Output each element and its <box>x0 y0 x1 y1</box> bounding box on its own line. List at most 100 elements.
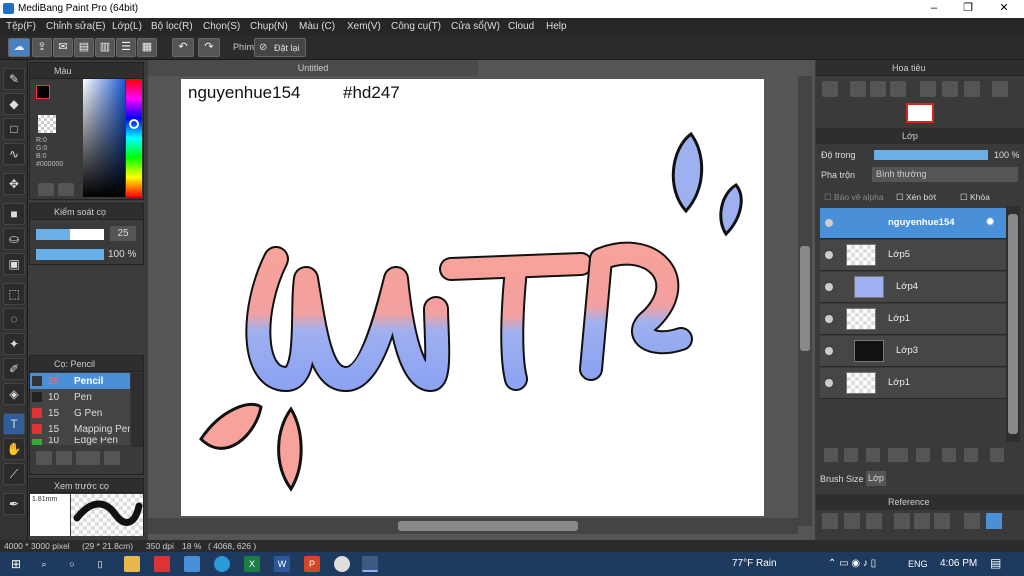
select-eraser-icon[interactable]: ◈ <box>3 383 25 405</box>
comment-icon[interactable]: ✉ <box>53 38 73 57</box>
reset-button[interactable]: ⊘ Đặt lại <box>254 38 306 57</box>
notification-icon[interactable]: ▤ <box>990 556 1001 570</box>
chat-icon[interactable]: ▤ <box>74 38 94 57</box>
brush-size-value[interactable]: 25 <box>110 226 136 241</box>
file-explorer-icon[interactable] <box>124 556 140 572</box>
brush-settings-icon[interactable] <box>104 451 120 465</box>
reference-open-icon[interactable] <box>844 513 860 529</box>
new-halftone-layer-icon[interactable] <box>844 448 858 462</box>
language-indicator[interactable]: ENG <box>908 559 928 569</box>
system-tray-icons[interactable]: ⌃ ▭ ◉ ♪ ▯ <box>828 558 876 569</box>
zoom-in-icon[interactable] <box>850 81 866 97</box>
powerpoint-icon[interactable]: P <box>304 556 320 572</box>
gear-icon[interactable]: ✹ <box>986 217 994 228</box>
lock-checkbox[interactable]: ☐ Khóa <box>960 192 990 203</box>
undo-icon[interactable]: ↶ <box>172 38 194 57</box>
zoom-out-icon[interactable] <box>890 81 906 97</box>
brush-tool-icon[interactable]: ✎ <box>3 68 25 90</box>
eyedropper-icon[interactable]: ⟋ <box>3 463 25 485</box>
gradient-tool-icon[interactable]: ▣ <box>3 253 25 275</box>
saturation-picker[interactable] <box>83 79 125 197</box>
layer-opacity-slider[interactable] <box>874 150 988 160</box>
merge-layer-icon[interactable] <box>964 448 978 462</box>
canvas-document[interactable]: nguyenhue154 #hd247 <box>181 79 764 516</box>
grid-icon[interactable]: ▦ <box>137 38 157 57</box>
visibility-icon[interactable] <box>825 347 833 355</box>
reference-upload-icon[interactable] <box>822 513 838 529</box>
trash-icon[interactable] <box>990 448 1004 462</box>
tab-brush-size[interactable]: Brush Size <box>820 474 864 484</box>
reset-view-icon[interactable] <box>964 81 980 97</box>
reference-fit-icon[interactable] <box>914 513 930 529</box>
brush-item[interactable]: 10 Pen <box>30 389 130 405</box>
horizontal-scrollbar[interactable] <box>148 518 798 534</box>
menu-capture[interactable]: Chụp(N) <box>250 21 288 32</box>
bucket-tool-icon[interactable]: ⛀ <box>3 228 25 250</box>
brush-item[interactable]: 15 G Pen <box>30 405 130 421</box>
zoom-in-icon[interactable] <box>822 81 838 97</box>
hue-slider[interactable] <box>126 79 142 197</box>
move-tool-icon[interactable]: ✥ <box>3 173 25 195</box>
monitor-icon[interactable] <box>184 556 200 572</box>
new-brush-icon[interactable] <box>56 451 72 465</box>
reference-zoom-out-icon[interactable] <box>934 513 950 529</box>
excel-icon[interactable]: X <box>244 556 260 572</box>
reference-close-icon[interactable] <box>866 513 882 529</box>
layer-item[interactable]: Lớp1 <box>820 304 1006 335</box>
layer-item[interactable]: Lớp4 <box>820 272 1006 303</box>
menu-help[interactable]: Help <box>546 21 567 32</box>
palette-add-icon[interactable] <box>58 183 74 196</box>
document-tab[interactable]: Untitled <box>148 60 478 76</box>
opacity-slider[interactable] <box>36 249 104 260</box>
palette-icon[interactable] <box>38 183 54 196</box>
menu-view[interactable]: Xem(V) <box>347 21 381 32</box>
word-icon[interactable]: W <box>274 556 290 572</box>
fit-icon[interactable] <box>870 81 886 97</box>
visibility-icon[interactable] <box>825 315 833 323</box>
visibility-icon[interactable] <box>825 251 833 259</box>
menu-filter[interactable]: Bộ lọc(R) <box>151 21 193 32</box>
brush-item[interactable]: 15 Mapping Pen <box>30 421 130 437</box>
minimize-button[interactable]: – <box>916 0 952 18</box>
pen-tool-icon[interactable]: ✒ <box>3 493 25 515</box>
primary-color-swatch[interactable] <box>36 85 50 99</box>
menu-color[interactable]: Màu (C) <box>299 21 335 32</box>
text-tool-icon[interactable]: T <box>3 413 25 435</box>
weather[interactable]: 77°F Rain <box>732 558 777 569</box>
fill-rect-tool-icon[interactable]: ■ <box>3 203 25 225</box>
maximize-button[interactable]: ❐ <box>950 0 986 18</box>
download-brush-icon[interactable] <box>36 451 52 465</box>
transparent-swatch[interactable] <box>38 115 56 133</box>
menu-select[interactable]: Chọn(S) <box>203 21 240 32</box>
mirror-icon[interactable] <box>992 81 1008 97</box>
select-pen-icon[interactable]: ✐ <box>3 358 25 380</box>
magic-wand-icon[interactable]: ✦ <box>3 333 25 355</box>
brush-size-slider[interactable] <box>36 229 104 240</box>
reference-zoom-in-icon[interactable] <box>894 513 910 529</box>
lasso-tool-icon[interactable]: ◌ <box>3 308 25 330</box>
windows-start-icon[interactable]: ⊞ <box>8 556 24 572</box>
menu-cloud[interactable]: Cloud <box>508 21 534 32</box>
medibang-icon[interactable] <box>362 556 378 572</box>
task-view-icon[interactable]: ○ <box>64 556 80 572</box>
vertical-scrollbar[interactable] <box>798 76 812 526</box>
layer-item[interactable]: nguyenhue154 ✹ <box>820 208 1006 239</box>
blend-mode-select[interactable]: Bình thường <box>872 167 1018 182</box>
menu-layer[interactable]: Lớp(L) <box>112 21 142 32</box>
search-icon[interactable]: ⌕ <box>36 556 52 572</box>
visibility-icon[interactable] <box>825 283 833 291</box>
tab-layer[interactable]: Lớp <box>866 471 886 486</box>
brush-menu-icon[interactable] <box>76 451 100 465</box>
horizontal-scroll-thumb[interactable] <box>398 521 578 531</box>
close-button[interactable]: ✕ <box>986 0 1022 18</box>
reference-eyedropper-icon[interactable] <box>964 513 980 529</box>
new-8bit-layer-icon[interactable] <box>866 448 880 462</box>
clock[interactable]: 4:06 PM <box>940 558 977 569</box>
document-icon[interactable]: ▥ <box>95 38 115 57</box>
new-layer-icon[interactable] <box>824 448 838 462</box>
layer-scrollbar[interactable] <box>1006 206 1020 442</box>
layer-item[interactable]: Lớp1 <box>820 368 1006 399</box>
add-layer-menu-icon[interactable] <box>888 448 908 462</box>
redo-icon[interactable]: ↷ <box>198 38 220 57</box>
layer-item[interactable]: Lớp3 <box>820 336 1006 367</box>
